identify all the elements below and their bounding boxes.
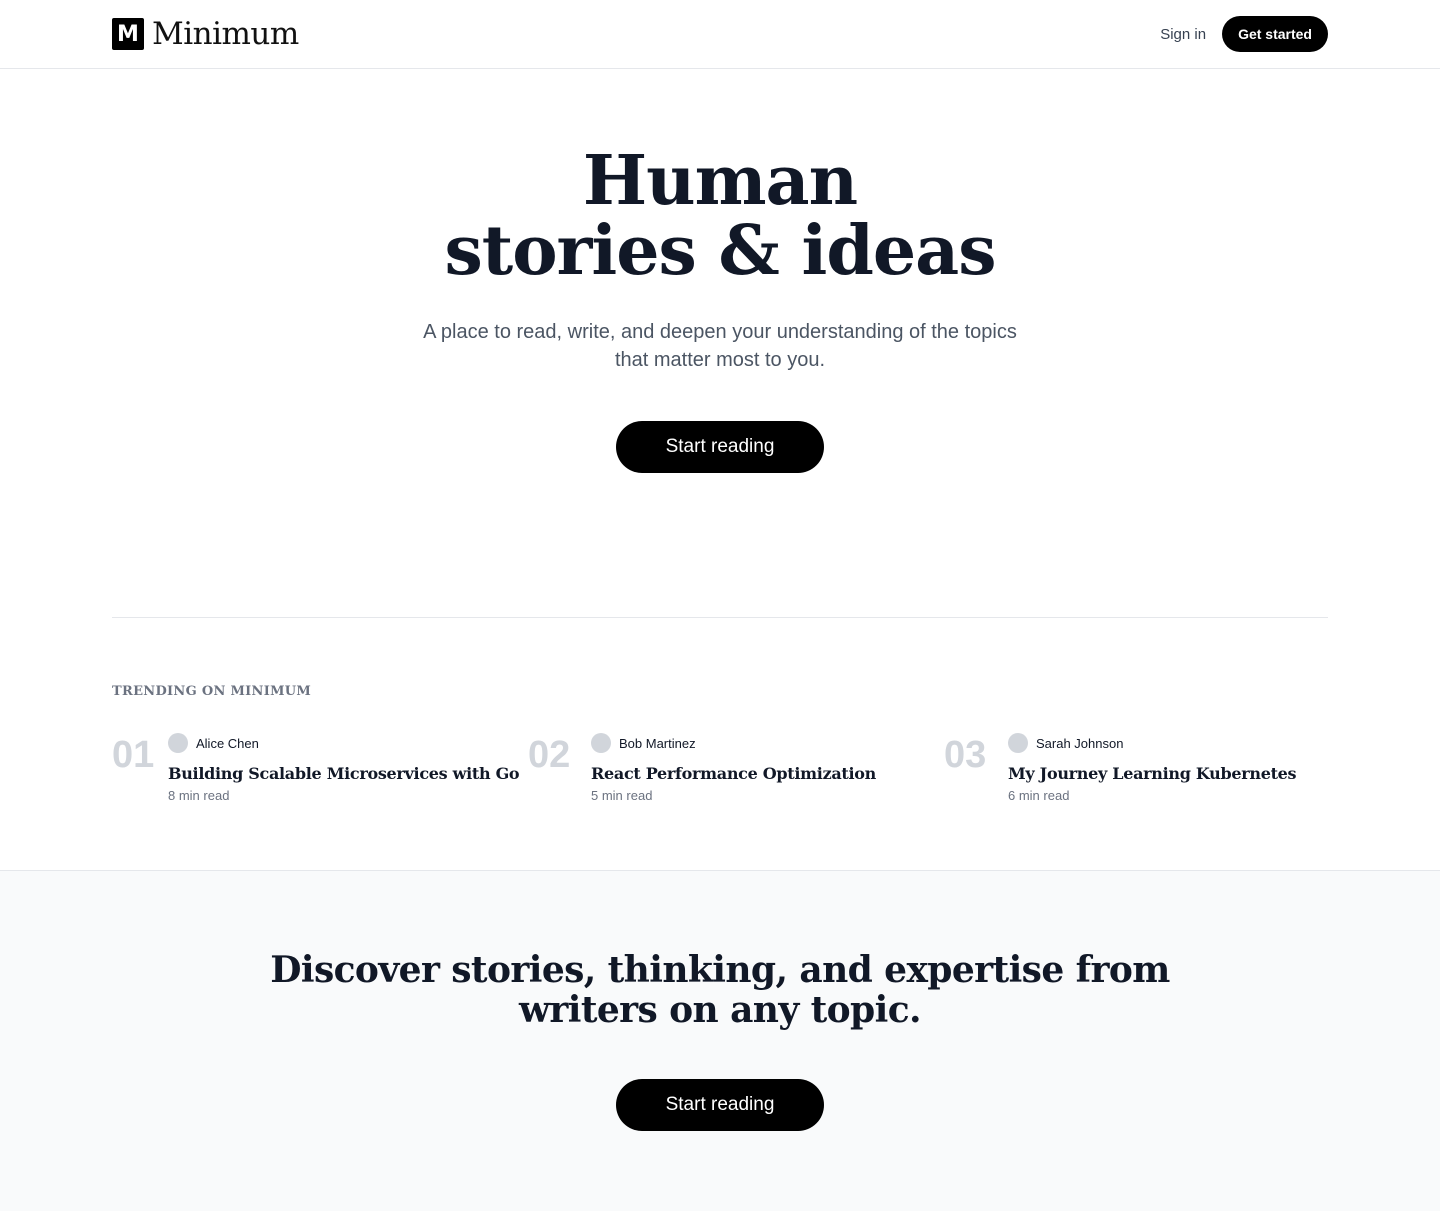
hero-title: Human stories & ideas xyxy=(0,146,1440,286)
avatar[interactable] xyxy=(1008,733,1028,753)
read-time: 5 min read xyxy=(591,788,653,803)
hero-subtitle-line-1: A place to read, write, and deepen your … xyxy=(423,321,1017,343)
author-row: Bob Martinez xyxy=(591,733,951,753)
article-title[interactable]: Building Scalable Microservices with Go xyxy=(168,763,528,785)
read-time: 8 min read xyxy=(168,788,230,803)
site-header: M Minimum Sign in Get started xyxy=(0,0,1440,69)
sign-in-link[interactable]: Sign in xyxy=(1160,26,1206,43)
trending-number: 02 xyxy=(528,734,571,776)
discover-title-line-1: Discover stories, thinking, and expertis… xyxy=(270,949,1170,991)
hero-title-line-1: Human xyxy=(582,141,858,221)
header-nav: Sign in Get started xyxy=(1160,16,1328,52)
article-title[interactable]: My Journey Learning Kubernetes xyxy=(1008,763,1328,785)
trending-number: 03 xyxy=(944,734,987,776)
avatar[interactable] xyxy=(591,733,611,753)
author-name[interactable]: Bob Martinez xyxy=(619,736,696,751)
section-divider xyxy=(112,617,1328,618)
discover-title: Discover stories, thinking, and expertis… xyxy=(0,950,1440,1030)
discover-title-line-2: writers on any topic. xyxy=(519,989,922,1031)
hero-title-line-2: stories & ideas xyxy=(444,211,997,291)
hero-subtitle-line-2: that matter most to you. xyxy=(614,349,826,371)
read-time: 6 min read xyxy=(1008,788,1070,803)
start-reading-button-hero[interactable]: Start reading xyxy=(616,421,824,473)
trending-body: Alice Chen Building Scalable Microservic… xyxy=(168,733,528,803)
logo-mark: M xyxy=(112,18,144,50)
start-reading-button-bottom[interactable]: Start reading xyxy=(616,1079,824,1131)
author-row: Alice Chen xyxy=(168,733,528,753)
hero-subtitle: A place to read, write, and deepen your … xyxy=(390,318,1050,374)
discover-section xyxy=(0,870,1440,1211)
author-name[interactable]: Alice Chen xyxy=(196,736,259,751)
logo-text: Minimum xyxy=(152,16,299,52)
get-started-button[interactable]: Get started xyxy=(1222,16,1328,52)
author-row: Sarah Johnson xyxy=(1008,733,1328,753)
trending-body: Sarah Johnson My Journey Learning Kubern… xyxy=(1008,733,1328,803)
avatar[interactable] xyxy=(168,733,188,753)
logo[interactable]: M Minimum xyxy=(112,18,299,50)
article-title[interactable]: React Performance Optimization xyxy=(591,763,951,785)
trending-body: Bob Martinez React Performance Optimizat… xyxy=(591,733,951,803)
trending-number: 01 xyxy=(112,734,155,776)
trending-label: TRENDING ON MINIMUM xyxy=(112,684,312,699)
author-name[interactable]: Sarah Johnson xyxy=(1036,736,1123,751)
